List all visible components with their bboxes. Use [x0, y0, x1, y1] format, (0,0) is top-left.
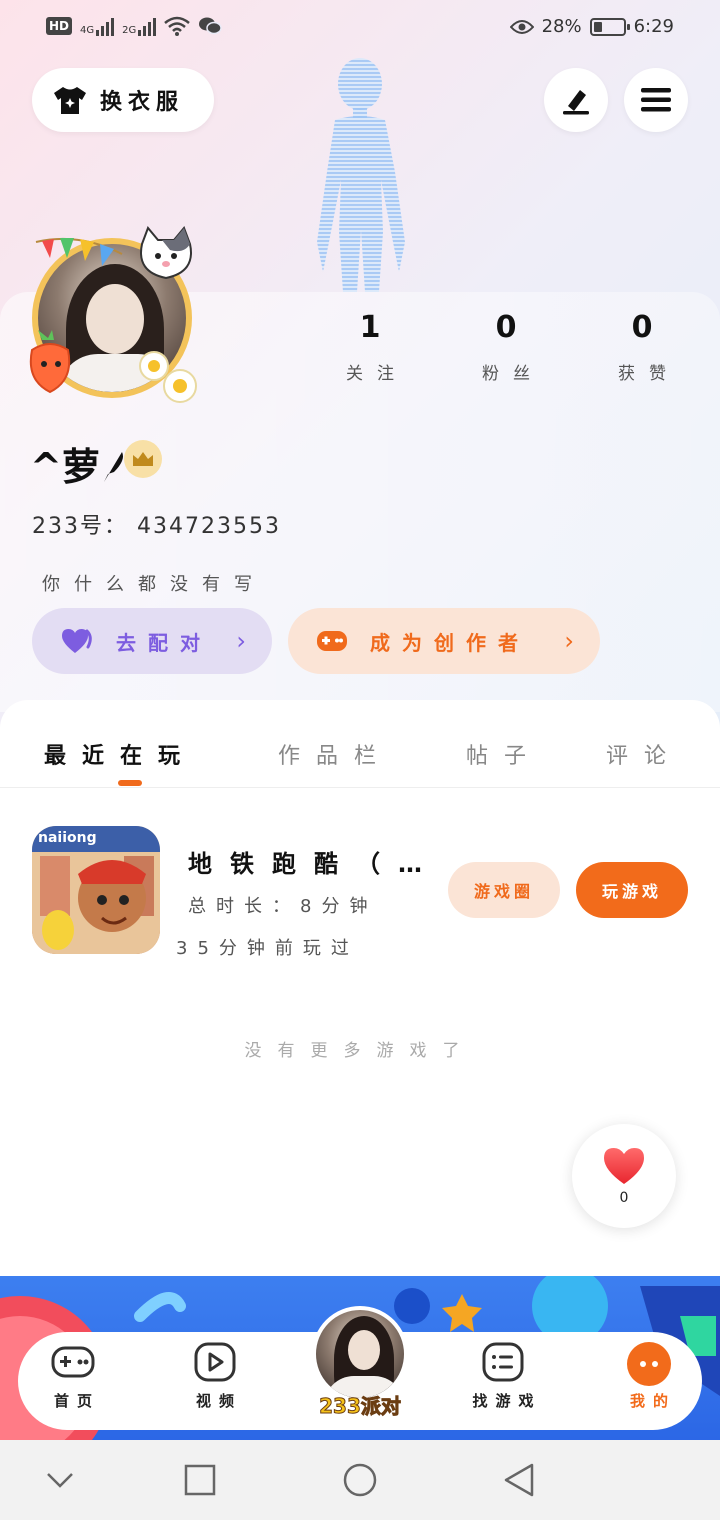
stat-following[interactable]: 1 关注: [310, 310, 430, 384]
shirt-icon: [54, 87, 86, 114]
following-label: 关注: [346, 364, 408, 384]
nav-me[interactable]: 我的: [604, 1342, 694, 1411]
crown-icon: [133, 452, 153, 466]
user-id: 233号： 434723553: [32, 508, 281, 540]
game-last-played: 35分钟前玩过: [176, 938, 359, 959]
match-label: 去配对: [116, 630, 212, 655]
tab-bar: 最近在玩 作品栏 帖子 评论: [0, 700, 720, 788]
battery-percent: 28%: [541, 16, 582, 37]
vip-badge[interactable]: [124, 440, 162, 478]
status-left: HD 4G 2G: [46, 16, 223, 36]
nav-find-games[interactable]: 找游戏: [458, 1342, 548, 1411]
home-icon[interactable]: [342, 1462, 378, 1498]
feather-icon: [103, 452, 123, 482]
fans-label: 粉丝: [482, 364, 544, 384]
become-creator-button[interactable]: 成为创作者 ›: [288, 608, 600, 674]
likes-count: 0: [631, 310, 653, 345]
status-right: 28% 6:29: [509, 16, 674, 37]
tab-posts[interactable]: 帖子: [466, 738, 542, 770]
following-count: 1: [359, 310, 381, 345]
heart-icon: [604, 1148, 644, 1184]
battery-icon: [589, 17, 630, 36]
tab-comments[interactable]: 评论: [606, 738, 682, 770]
carrot-sticker-icon: [29, 330, 71, 394]
me-icon: [627, 1342, 671, 1386]
flag-banner-icon: [35, 237, 123, 266]
heart-icon: [62, 629, 92, 653]
wechat-icon: [199, 17, 223, 35]
menu-button[interactable]: [624, 68, 688, 132]
menu-icon: [641, 88, 671, 112]
avatar-3d-figure: [317, 58, 405, 292]
gamepad-icon: [317, 631, 347, 651]
chevron-right-icon: ›: [564, 627, 574, 655]
edit-icon: [563, 90, 589, 115]
stat-likes[interactable]: 0 获赞: [582, 310, 702, 384]
game-circle-button[interactable]: 游戏圈: [448, 862, 560, 918]
play-icon: [194, 1342, 236, 1382]
signal-4g-icon: 4G: [80, 16, 115, 36]
nav-video-label: 视频: [195, 1392, 242, 1410]
nav-video[interactable]: 视频: [170, 1342, 260, 1411]
list-icon: [482, 1342, 524, 1382]
nav-home[interactable]: 首页: [28, 1342, 118, 1411]
recents-icon[interactable]: [184, 1462, 216, 1498]
flower-sticker-icon: [139, 351, 197, 403]
hd-badge: HD: [46, 17, 73, 35]
nickname: ^萝: [30, 436, 126, 491]
nav-party-avatar[interactable]: [312, 1306, 408, 1402]
dress-up-label: 换衣服: [100, 90, 185, 115]
nav-me-label: 我的: [629, 1392, 676, 1410]
list-item[interactable]: naiiong 地铁跑酷（… 总时长：8分钟 35分钟前玩过 游戏圈 玩游戏: [32, 826, 692, 959]
wifi-icon: [164, 16, 191, 36]
uid-label: 233号：: [32, 514, 128, 539]
game-title: 地铁跑酷（…: [188, 850, 440, 878]
game-icon[interactable]: naiiong: [32, 826, 160, 954]
edit-profile-button[interactable]: [544, 68, 608, 132]
stats-row: 1 关注 0 粉丝 0 获赞: [300, 310, 720, 400]
uid-value: 434723553: [137, 514, 281, 539]
nav-party-label[interactable]: 233派对: [312, 1390, 408, 1419]
signal-2g-icon: 2G: [122, 16, 157, 36]
back-icon[interactable]: [502, 1462, 536, 1498]
eye-icon: [509, 19, 534, 34]
nav-home-label: 首页: [53, 1392, 100, 1410]
system-nav: [0, 1440, 720, 1520]
signature: 你什么都没有写: [42, 574, 266, 595]
net2-label: 2G: [122, 25, 137, 36]
creator-label: 成为创作者: [370, 630, 530, 655]
tab-recent[interactable]: 最近在玩: [44, 738, 196, 770]
chevron-right-icon: ›: [236, 627, 246, 655]
like-button[interactable]: 0: [572, 1124, 676, 1228]
dress-up-button[interactable]: 换衣服: [32, 68, 214, 132]
game-icon-text: naiiong: [38, 830, 97, 846]
game-playtime: 总时长：8分钟: [188, 896, 378, 917]
cat-sticker-icon: [140, 226, 192, 280]
nickname-text: ^萝: [30, 445, 100, 489]
play-game-button[interactable]: 玩游戏: [576, 862, 688, 918]
likes-label: 获赞: [618, 364, 680, 384]
empty-hint: 没有更多游戏了: [244, 1041, 476, 1061]
stat-fans[interactable]: 0 粉丝: [446, 310, 566, 384]
clock: 6:29: [633, 16, 674, 37]
like-count: 0: [619, 1190, 629, 1206]
match-button[interactable]: 去配对 ›: [32, 608, 272, 674]
chevron-down-icon[interactable]: [44, 1462, 76, 1498]
fans-count: 0: [495, 310, 517, 345]
nav-find-games-label: 找游戏: [472, 1392, 542, 1410]
profile-avatar[interactable]: [24, 226, 200, 404]
net1-label: 4G: [80, 25, 95, 36]
active-tab-indicator: [118, 780, 142, 786]
tab-works[interactable]: 作品栏: [278, 738, 392, 770]
gamepad-icon: [51, 1346, 95, 1378]
status-bar: HD 4G 2G 28% 6:29: [0, 0, 720, 60]
